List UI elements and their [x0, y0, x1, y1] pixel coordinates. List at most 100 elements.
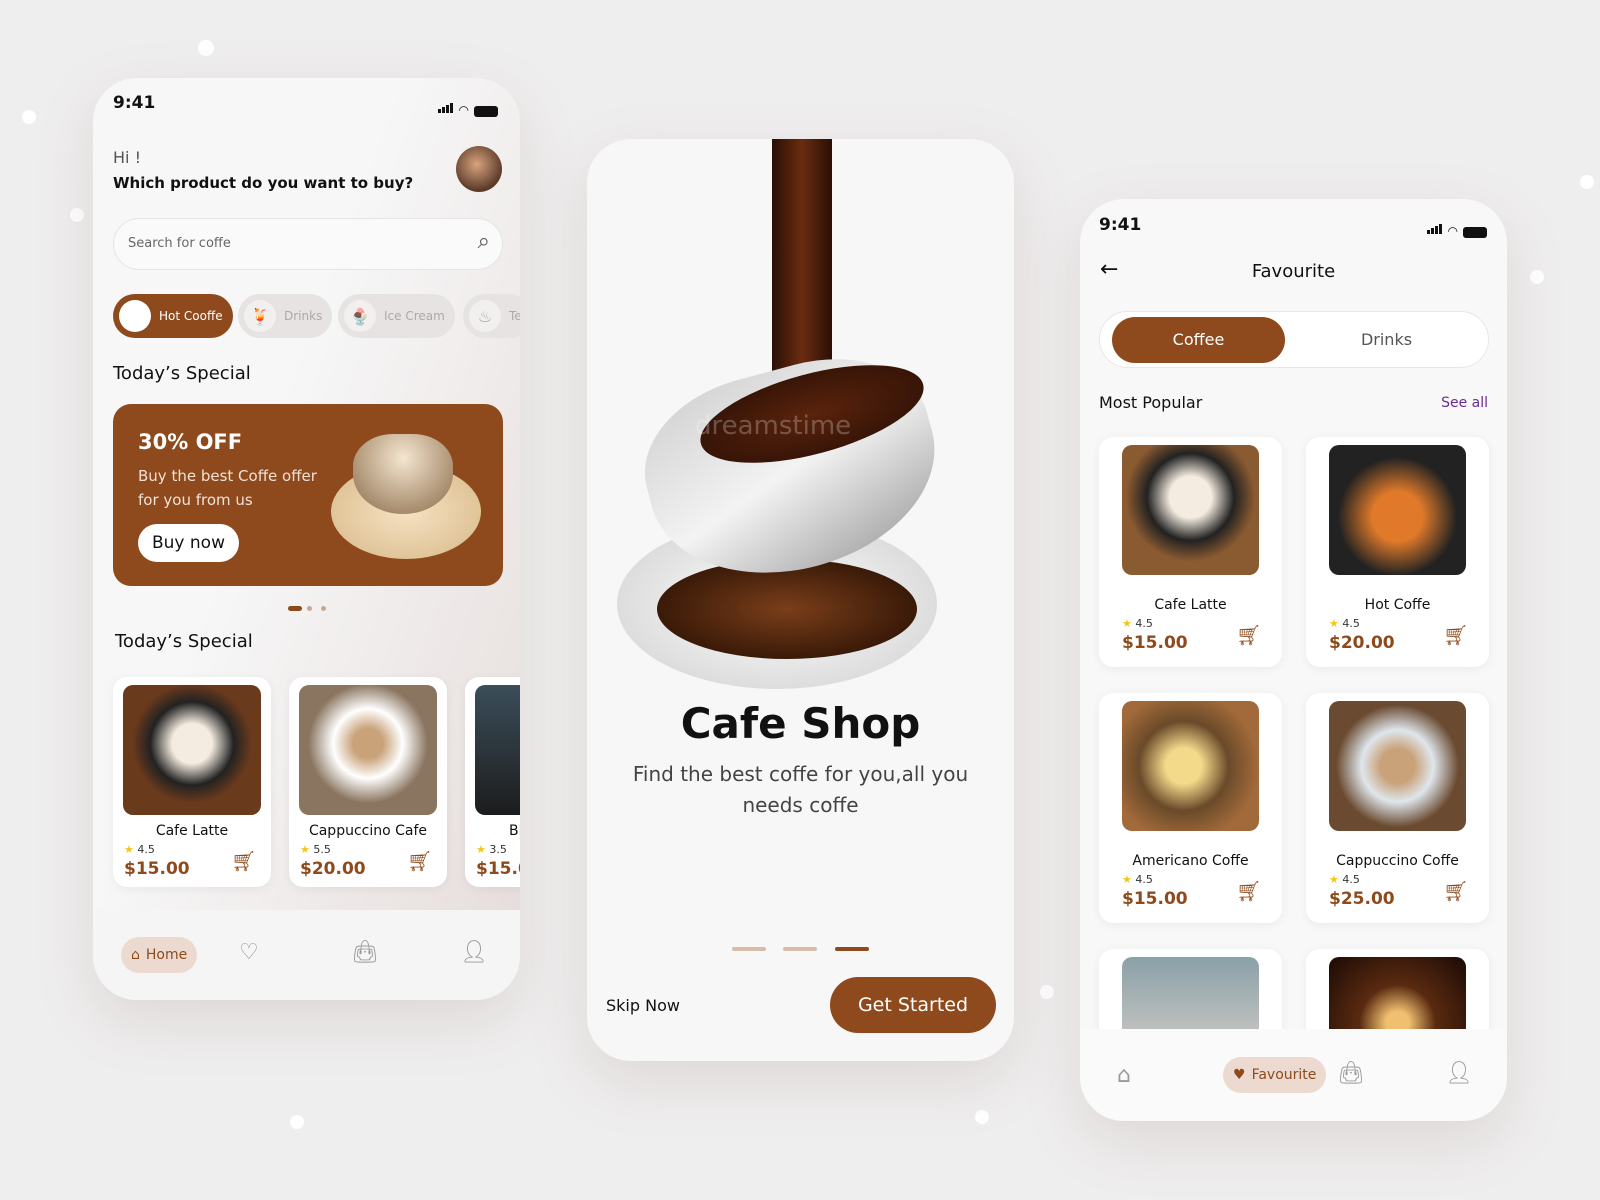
- search-icon[interactable]: ⌕: [478, 229, 490, 254]
- skip-button[interactable]: Skip Now: [606, 996, 680, 1015]
- product-card[interactable]: Hot Coffe ★ 4.5 $20.00 🛒︎: [1306, 437, 1489, 667]
- home-screen: 9:41 ◠ Hi ! Which product do you want to…: [93, 78, 520, 1000]
- onboarding-screen: dreamstime Cafe Shop Find the best coffe…: [587, 139, 1014, 1061]
- product-card[interactable]: Bl ★ 3.5 $15.00: [465, 677, 520, 887]
- product-card[interactable]: Americano Coffe ★ 4.5 $15.00 🛒︎: [1099, 693, 1282, 923]
- coffee-beans-image: [657, 559, 917, 659]
- category-drinks[interactable]: 🍹 Drinks: [238, 294, 333, 338]
- cart-icon[interactable]: 🛒︎: [1443, 879, 1468, 903]
- drink-icon: 🍹: [244, 300, 276, 332]
- page-title: Cafe Shop: [680, 699, 921, 748]
- product-price: $15.00: [124, 859, 190, 879]
- bottom-nav: ⌂ Home ♡ 👜︎ 👤︎: [93, 910, 520, 1000]
- product-card[interactable]: Cappuccino Coffe ★ 4.5 $25.00 🛒︎: [1306, 693, 1489, 923]
- product-price: $25.00: [1329, 889, 1395, 909]
- star-icon: ★: [1329, 617, 1339, 630]
- star-icon: ★: [300, 843, 310, 856]
- buy-now-button[interactable]: Buy now: [138, 524, 239, 562]
- rating-value: 4.5: [1342, 617, 1360, 630]
- cart-icon[interactable]: 🛒︎: [231, 849, 256, 873]
- heart-icon[interactable]: ♡: [239, 940, 259, 965]
- bag-icon[interactable]: 👜︎: [351, 940, 379, 965]
- signal-icon: [437, 98, 454, 117]
- product-price: $15.00: [476, 859, 520, 879]
- section-title: Most Popular: [1099, 393, 1203, 412]
- product-name: Cappuccino Coffe: [1336, 853, 1459, 869]
- page-indicator-active[interactable]: [835, 947, 869, 951]
- nav-favourite[interactable]: ♥ Favourite: [1223, 1057, 1327, 1093]
- category-tea[interactable]: ♨ Te: [463, 294, 520, 338]
- star-icon: ★: [124, 843, 134, 856]
- category-label: Drinks: [284, 309, 323, 323]
- wifi-icon: ◠: [1447, 224, 1458, 238]
- category-label: Te: [509, 309, 520, 323]
- star-icon: ★: [1122, 873, 1132, 886]
- star-icon: ★: [1122, 617, 1132, 630]
- cart-icon[interactable]: 🛒︎: [1443, 623, 1468, 647]
- coffee-cup-image: [353, 434, 453, 514]
- home-icon[interactable]: ⌂: [1117, 1063, 1131, 1088]
- search-input[interactable]: Search for coffe ⌕: [113, 218, 503, 270]
- avatar[interactable]: [456, 146, 502, 192]
- product-image: [1329, 701, 1466, 831]
- product-card[interactable]: Cafe Latte ★ 4.5 $15.00 🛒︎: [1099, 437, 1282, 667]
- status-time: 9:41: [113, 93, 156, 113]
- subtitle: Find the best coffe for you,all you need…: [632, 762, 969, 817]
- page-indicator[interactable]: [732, 947, 766, 951]
- bag-icon[interactable]: 👜︎: [1337, 1061, 1365, 1086]
- product-image: [1122, 701, 1259, 831]
- banner-title: 30% OFF: [138, 430, 243, 454]
- status-icons: ◠: [437, 98, 498, 117]
- product-card[interactable]: Cafe Latte ★ 4.5 $15.00 🛒︎: [113, 677, 271, 887]
- battery-icon: [1463, 227, 1487, 238]
- product-price: $15.00: [1122, 889, 1188, 909]
- product-image: [299, 685, 437, 815]
- bottom-nav: ⌂ ♥ Favourite 👜︎ 👤︎: [1080, 1029, 1507, 1121]
- promo-banner[interactable]: 30% OFF Buy the best Coffe offer for you…: [113, 404, 503, 586]
- user-icon[interactable]: 👤︎: [460, 940, 488, 965]
- user-icon[interactable]: 👤︎: [1445, 1061, 1473, 1086]
- product-name: Cafe Latte: [1154, 597, 1227, 613]
- category-label: Hot Cooffe: [159, 309, 223, 323]
- status-icons: ◠: [1426, 219, 1487, 238]
- cart-icon[interactable]: 🛒︎: [1236, 623, 1261, 647]
- search-placeholder: Search for coffe: [128, 236, 231, 251]
- product-rating: ★ 4.5: [124, 843, 155, 856]
- battery-icon: [474, 106, 498, 117]
- cart-icon[interactable]: 🛒︎: [407, 849, 432, 873]
- rating-value: 4.5: [1135, 873, 1153, 886]
- carousel-dot-active[interactable]: [288, 606, 302, 611]
- category-ice-cream[interactable]: 🍨 Ice Cream: [338, 294, 455, 338]
- greeting: Hi !: [113, 148, 141, 167]
- star-icon: ★: [476, 843, 486, 856]
- nav-home[interactable]: ⌂ Home: [121, 937, 198, 973]
- page-title: Which product do you want to buy?: [113, 174, 414, 192]
- cart-icon[interactable]: 🛒︎: [1236, 879, 1261, 903]
- category-hot-coffee[interactable]: ☕ Hot Cooffe: [113, 294, 233, 338]
- product-price: $15.00: [1122, 633, 1188, 653]
- product-price: $20.00: [300, 859, 366, 879]
- heart-icon: ♥: [1233, 1067, 1246, 1083]
- product-image: [475, 685, 520, 815]
- rating-value: 5.5: [313, 843, 331, 856]
- carousel-dot[interactable]: [307, 606, 312, 611]
- product-card[interactable]: Cappuccino Cafe ★ 5.5 $20.00 🛒︎: [289, 677, 447, 887]
- coffee-cup-icon: ☕: [119, 300, 151, 332]
- product-name: Cafe Latte: [155, 823, 229, 839]
- rating-value: 4.5: [1342, 873, 1360, 886]
- product-rating: ★ 3.5: [476, 843, 507, 856]
- product-price: $20.00: [1329, 633, 1395, 653]
- product-rating: ★ 5.5: [300, 843, 331, 856]
- carousel-dot[interactable]: [321, 606, 326, 611]
- tab-drinks[interactable]: Drinks: [1300, 317, 1473, 363]
- page-title: Favourite: [1251, 261, 1336, 282]
- product-name: Americano Coffe: [1132, 853, 1249, 869]
- star-icon: ★: [1329, 873, 1339, 886]
- favourite-screen: 9:41 ◠ ← Favourite Coffee Drinks Most Po…: [1080, 199, 1507, 1121]
- page-indicator[interactable]: [783, 947, 817, 951]
- see-all-link[interactable]: See all: [1441, 395, 1488, 411]
- tab-coffee[interactable]: Coffee: [1112, 317, 1285, 363]
- product-rating: ★ 4.5: [1329, 873, 1360, 886]
- get-started-button[interactable]: Get Started: [830, 977, 996, 1033]
- signal-icon: [1426, 219, 1443, 238]
